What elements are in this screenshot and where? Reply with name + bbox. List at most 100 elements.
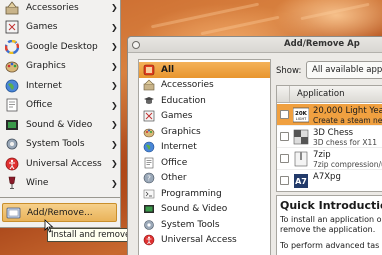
app-row[interactable]: 3D Chess 3D chess for X11 <box>277 126 382 148</box>
category-internet[interactable]: Internet <box>139 140 270 156</box>
category-label: Games <box>161 111 193 122</box>
category-system-tools[interactable]: System Tools <box>139 217 270 233</box>
menu-item-label: Accessories <box>26 2 79 13</box>
category-education[interactable]: Education <box>139 93 270 109</box>
install-checkbox[interactable] <box>280 110 289 119</box>
install-checkbox[interactable] <box>280 176 289 185</box>
menu-item-internet[interactable]: Internet ❯ <box>0 76 121 96</box>
internet-icon <box>143 141 155 153</box>
category-office[interactable]: Office <box>139 155 270 171</box>
graphics-icon <box>143 126 155 138</box>
quick-introduction-heading: Quick Introductio <box>280 199 382 212</box>
menu-item-label: Office <box>26 100 53 111</box>
chevron-right-icon: ❯ <box>111 61 118 71</box>
app-name: 7zip <box>313 150 331 160</box>
add-remove-label: Add/Remove... <box>27 207 93 218</box>
chevron-right-icon: ❯ <box>111 178 118 188</box>
application-list: Application 20K LIGHT 20,000 Light Year C… <box>276 85 382 192</box>
quick-introduction-panel: Quick Introductio To install an applicat… <box>276 195 382 255</box>
menu-item-graphics[interactable]: Graphics ❯ <box>0 57 121 77</box>
menu-item-label: Games <box>26 22 58 33</box>
checkbox-column-header[interactable] <box>277 86 290 102</box>
google-desktop-icon <box>4 39 19 54</box>
category-label: Other <box>161 173 187 184</box>
all-icon <box>143 64 155 76</box>
sound-video-icon <box>143 203 155 215</box>
app-description: 7zip compression/u <box>313 160 382 169</box>
category-games[interactable]: Games <box>139 109 270 125</box>
category-label: Sound & Video <box>161 204 228 215</box>
category-label: Accessories <box>161 80 214 91</box>
internet-icon <box>4 78 19 93</box>
category-label: Programming <box>161 188 222 199</box>
column-header-label: Application <box>297 89 345 99</box>
system-tools-icon <box>4 137 19 152</box>
app-description: 3D chess for X11 <box>313 138 377 147</box>
menu-item-universal-access[interactable]: Universal Access ❯ <box>0 154 121 174</box>
menu-item-sound-video[interactable]: Sound & Video ❯ <box>0 115 121 135</box>
accessories-icon <box>143 79 155 91</box>
archive-app-icon <box>293 151 309 167</box>
app-name: 3D Chess <box>313 128 354 138</box>
education-icon <box>143 95 155 107</box>
show-label: Show: <box>276 66 302 76</box>
games-icon <box>143 110 155 122</box>
category-label: Universal Access <box>161 235 237 246</box>
add-remove-menu-item[interactable]: Add/Remove... <box>2 203 117 222</box>
category-label: All <box>161 64 175 75</box>
intro-text-line: To install an application o <box>280 215 382 224</box>
category-graphics[interactable]: Graphics <box>139 124 270 140</box>
add-remove-window: Add/Remove Ap All Accessories Education … <box>127 36 382 255</box>
graphics-icon <box>4 59 19 74</box>
add-remove-icon <box>6 205 21 220</box>
chevron-right-icon: ❯ <box>111 42 118 52</box>
svg-text:?: ? <box>147 175 151 183</box>
window-menu-button[interactable] <box>132 41 140 49</box>
install-checkbox[interactable] <box>280 154 289 163</box>
mouse-pointer-icon <box>44 219 54 236</box>
chevron-right-icon: ❯ <box>111 139 118 149</box>
application-column-header[interactable]: Application <box>277 86 382 103</box>
category-sound-video[interactable]: Sound & Video <box>139 202 270 218</box>
office-icon <box>143 157 155 169</box>
category-accessories[interactable]: Accessories <box>139 78 270 94</box>
chevron-right-icon: ❯ <box>111 81 118 91</box>
games-icon <box>4 20 19 35</box>
intro-text-line: remove the application. <box>280 225 376 234</box>
menu-item-system-tools[interactable]: System Tools ❯ <box>0 135 121 155</box>
intro-text-line: To perform advanced tas <box>280 241 380 250</box>
programming-icon <box>143 188 155 200</box>
install-checkbox[interactable] <box>280 132 289 141</box>
svg-text:LIGHT: LIGHT <box>296 117 307 121</box>
menu-item-games[interactable]: Games ❯ <box>0 18 121 38</box>
app-row[interactable]: A7 A7Xpg <box>277 170 382 191</box>
menu-item-accessories[interactable]: Accessories ❯ <box>0 0 121 18</box>
app-row[interactable]: 7zip 7zip compression/u <box>277 148 382 170</box>
wallpaper-streak <box>200 15 280 36</box>
app-name: 20,000 Light Year <box>313 106 382 116</box>
category-list: All Accessories Education Games Graphics… <box>138 59 271 255</box>
category-label: Graphics <box>161 126 201 137</box>
app-row[interactable]: 20K LIGHT 20,000 Light Year Create a stea… <box>277 104 382 126</box>
applications-menu: Accessories ❯ Games ❯ Google Desktop ❯ G… <box>0 0 121 198</box>
category-label: System Tools <box>161 219 220 230</box>
accessories-icon <box>4 0 19 15</box>
category-universal-access[interactable]: Universal Access <box>139 233 270 249</box>
menu-item-office[interactable]: Office ❯ <box>0 96 121 116</box>
category-all[interactable]: All <box>139 62 270 78</box>
chevron-right-icon: ❯ <box>111 22 118 32</box>
universal-access-icon <box>4 156 19 171</box>
window-titlebar[interactable]: Add/Remove Ap <box>128 37 382 53</box>
category-other[interactable]: ? Other <box>139 171 270 187</box>
show-filter-select[interactable]: All available applica <box>306 61 382 79</box>
menu-item-wine[interactable]: Wine ❯ <box>0 174 121 194</box>
light-years-app-icon: 20K LIGHT <box>292 107 310 123</box>
office-icon <box>4 98 19 113</box>
category-label: Office <box>161 157 188 168</box>
category-programming[interactable]: Programming <box>139 186 270 202</box>
sound-video-icon <box>4 117 19 132</box>
menu-item-google-desktop[interactable]: Google Desktop ❯ <box>0 37 121 57</box>
other-icon: ? <box>143 172 155 184</box>
menu-item-label: Universal Access <box>26 158 102 169</box>
svg-text:A7: A7 <box>295 177 307 186</box>
